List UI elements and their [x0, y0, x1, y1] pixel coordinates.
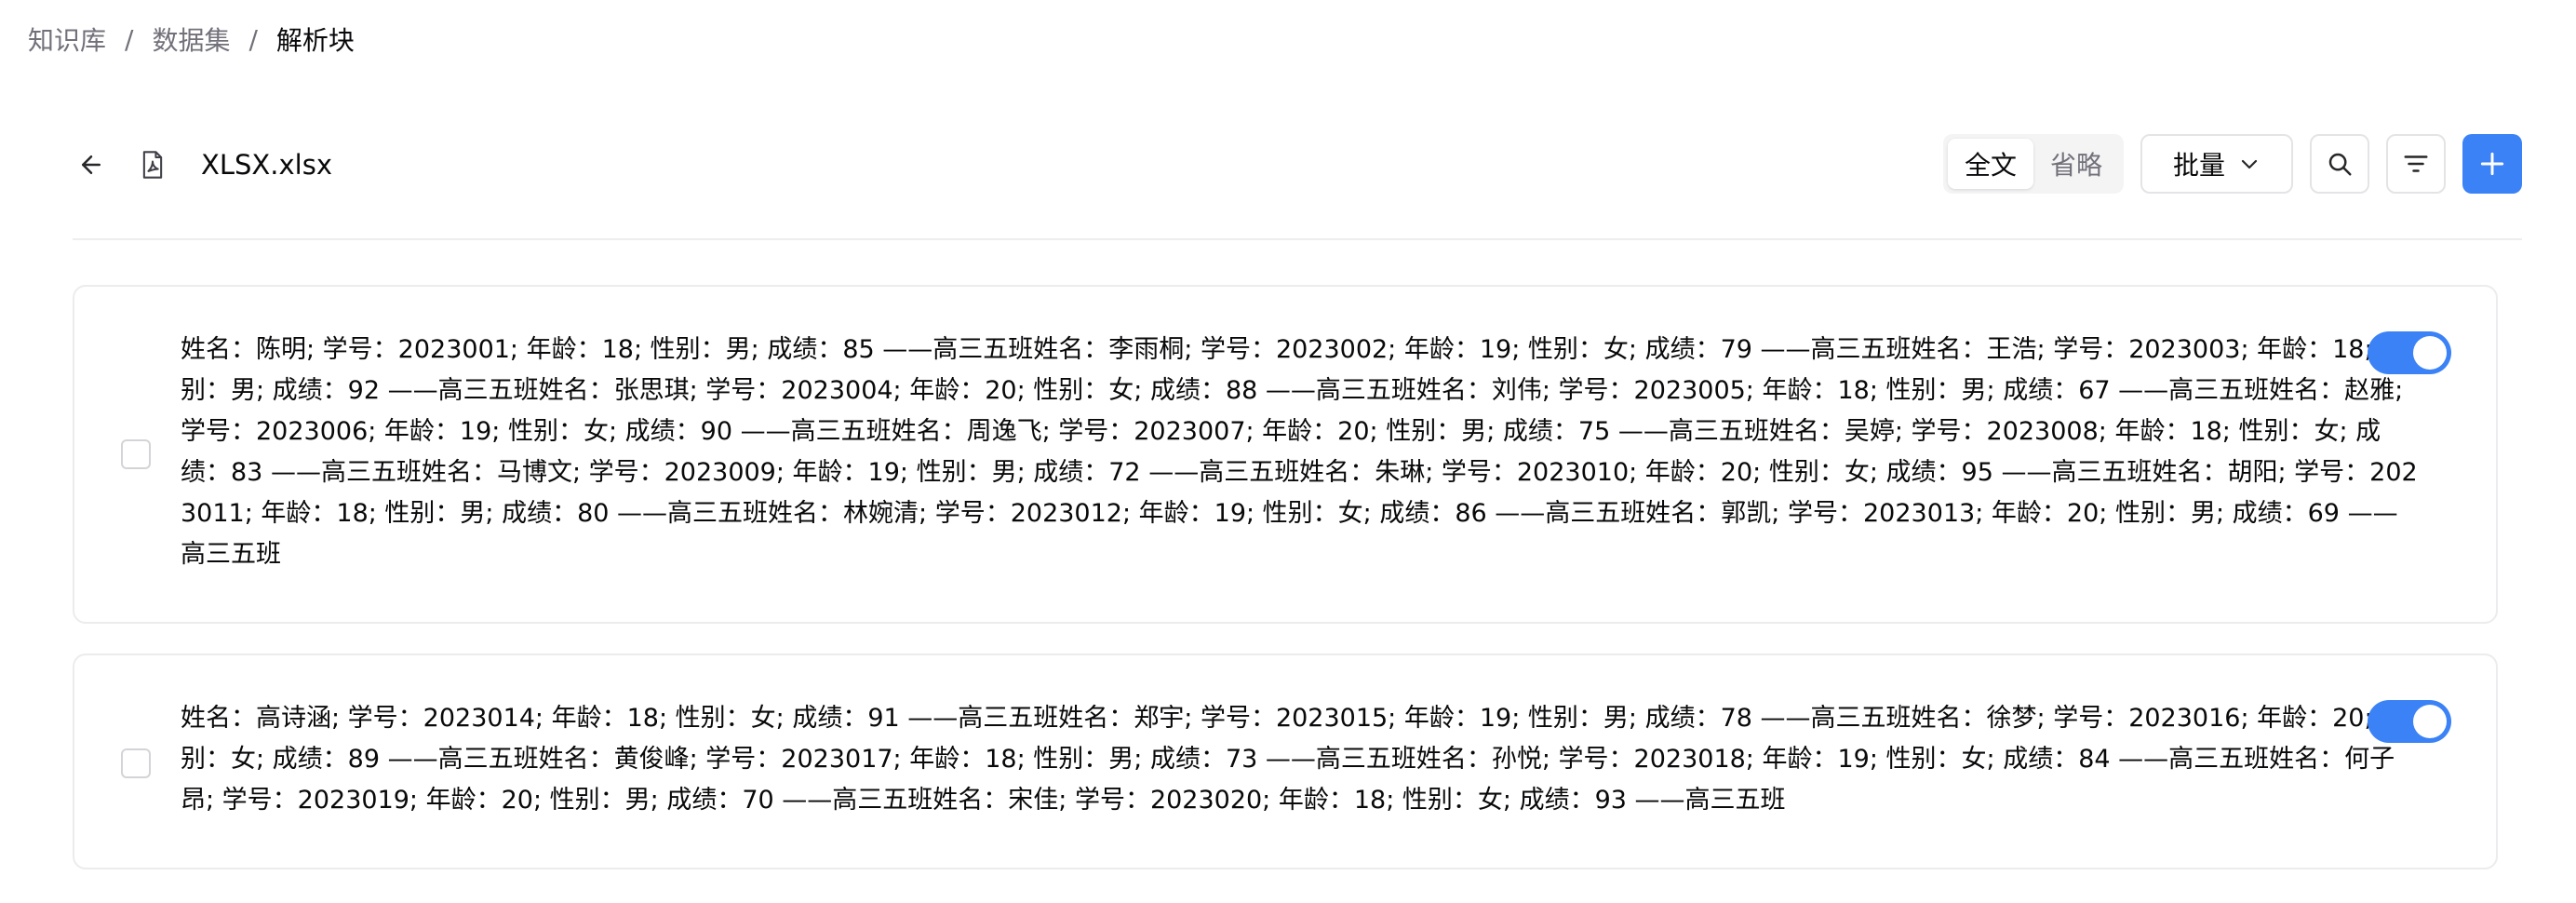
breadcrumb-knowledge-base[interactable]: 知识库: [28, 20, 106, 58]
chunk-card[interactable]: 姓名：陈明; 学号：2023001; 年龄：18; 性别：男; 成绩：85 ——…: [73, 285, 2498, 624]
search-button[interactable]: [2310, 134, 2369, 194]
batch-button[interactable]: 批量: [2140, 134, 2293, 194]
view-full-option[interactable]: 全文: [1947, 139, 2033, 189]
toolbar: 全文 省略 批量: [1942, 134, 2522, 194]
chevron-down-icon: [2241, 159, 2258, 169]
chunk-text: 姓名：陈明; 学号：2023001; 年龄：18; 性别：男; 成绩：85 ——…: [181, 335, 2418, 569]
chunk-card[interactable]: 姓名：高诗涵; 学号：2023014; 年龄：18; 性别：女; 成绩：91 —…: [73, 654, 2498, 869]
header-divider: [73, 238, 2522, 240]
plus-icon: [2480, 152, 2504, 176]
view-mode-toggle: 全文 省略: [1942, 134, 2124, 194]
breadcrumb-current: 解析块: [275, 25, 355, 56]
add-chunk-button[interactable]: [2462, 134, 2522, 194]
toggle-knob: [2413, 336, 2447, 370]
breadcrumb-separator: /: [248, 23, 258, 55]
chunk-enable-toggle[interactable]: [2368, 331, 2451, 374]
breadcrumb-separator: /: [125, 23, 134, 55]
batch-label: 批量: [2172, 150, 2225, 181]
breadcrumb-dataset[interactable]: 数据集: [152, 20, 230, 58]
file-icon: [142, 151, 163, 179]
breadcrumb: 知识库 / 数据集 / 解析块: [28, 20, 355, 58]
file-type-icon-wrap: [134, 146, 171, 183]
arrow-left-icon: [82, 155, 101, 174]
file-header: XLSX.xlsx: [73, 130, 332, 199]
view-omit-option[interactable]: 省略: [2033, 139, 2119, 189]
search-icon: [2328, 153, 2352, 176]
chunk-text: 姓名：高诗涵; 学号：2023014; 年龄：18; 性别：女; 成绩：91 —…: [181, 704, 2407, 815]
toggle-knob: [2413, 705, 2447, 738]
chunk-enable-toggle[interactable]: [2368, 700, 2451, 743]
back-button[interactable]: [73, 146, 110, 183]
file-name: XLSX.xlsx: [201, 149, 333, 181]
chunk-checkbox[interactable]: [121, 439, 151, 469]
filter-icon: [2404, 155, 2428, 172]
filter-button[interactable]: [2386, 134, 2446, 194]
chunk-checkbox[interactable]: [121, 748, 151, 778]
